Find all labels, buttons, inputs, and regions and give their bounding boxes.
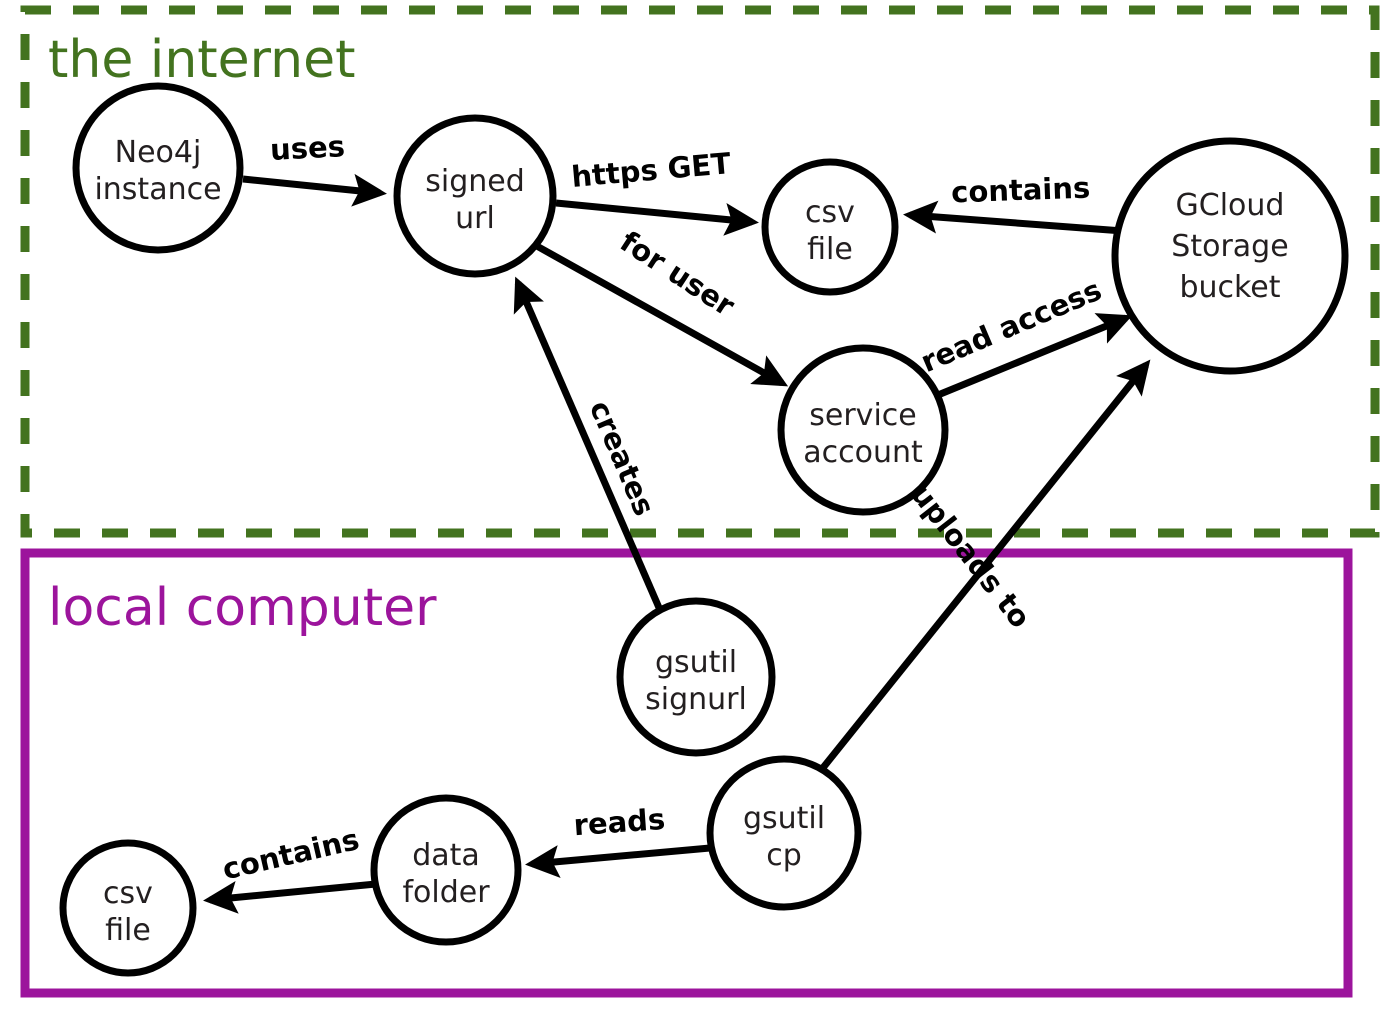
node-data-folder[interactable]: data folder — [370, 794, 522, 946]
node-gsutil-cp-label-line2: cp — [766, 838, 802, 873]
node-neo4j-instance-label-line1: Neo4j — [115, 135, 202, 170]
node-gcloud-storage-bucket-label-line2: Storage — [1171, 229, 1288, 264]
node-service-account-label-line2: account — [803, 435, 923, 470]
edge-https-get: https GET — [555, 146, 759, 236]
node-service-account[interactable]: service account — [777, 344, 949, 516]
node-signed-url-label-line1: signed — [425, 164, 525, 199]
edge-creates-line — [513, 276, 664, 612]
node-csv-file-local[interactable]: csv file — [59, 839, 197, 977]
edge-uses-label: uses — [269, 129, 346, 167]
node-csv-file-local-label-line1: csv — [103, 876, 153, 911]
node-gsutil-cp[interactable]: gsutil cp — [706, 755, 862, 911]
architecture-diagram: the internet local computer uses https G… — [20, 5, 1380, 998]
node-gsutil-signurl-label-line2: signurl — [645, 682, 747, 717]
node-csv-file-remote-label-line2: file — [807, 232, 853, 267]
node-data-folder-label-line1: data — [412, 838, 480, 873]
node-neo4j-instance[interactable]: Neo4j instance — [72, 82, 244, 254]
node-data-folder-label-line2: folder — [402, 875, 490, 910]
edge-for-user: for user — [533, 224, 789, 387]
edge-reads-line — [525, 844, 711, 878]
node-signed-url-label-line2: url — [455, 201, 495, 236]
node-gcloud-storage-bucket-label-line1: GCloud — [1176, 188, 1285, 223]
edge-uses: uses — [242, 129, 387, 207]
edge-reads: reads — [525, 802, 711, 878]
zone-label-internet: the internet — [48, 30, 355, 90]
edge-contains-bottom: contains — [203, 822, 377, 914]
diagram-canvas: the internet local computer uses https G… — [0, 0, 1400, 1009]
edge-contains-top-label: contains — [951, 171, 1091, 210]
node-signed-url[interactable]: signed url — [393, 114, 557, 278]
edge-https-get-line — [555, 199, 759, 236]
node-csv-file-remote[interactable]: csv file — [761, 158, 899, 296]
node-gsutil-signurl[interactable]: gsutil signurl — [616, 597, 776, 757]
node-service-account-label-line1: service — [809, 398, 916, 433]
edge-read-access: read access — [916, 273, 1133, 399]
node-csv-file-local-label-line2: file — [105, 913, 151, 948]
edge-for-user-label: for user — [614, 224, 741, 323]
node-csv-file-remote-label-line1: csv — [805, 195, 855, 230]
node-gsutil-signurl-label-line1: gsutil — [655, 645, 737, 680]
node-gsutil-cp-label-line1: gsutil — [743, 801, 825, 836]
edge-contains-bottom-label: contains — [219, 822, 362, 886]
node-gcloud-storage-bucket-label-line3: bucket — [1179, 270, 1280, 305]
edge-https-get-label: https GET — [570, 146, 732, 194]
edge-reads-label: reads — [572, 802, 666, 842]
edge-contains-top-line — [903, 200, 1124, 235]
edge-uses-line — [242, 173, 387, 207]
zone-label-local: local computer — [48, 578, 437, 638]
edge-contains-bottom-line — [203, 880, 377, 914]
edge-creates: creates — [513, 276, 664, 612]
edge-contains-top: contains — [903, 171, 1124, 235]
node-neo4j-instance-label-line2: instance — [94, 172, 221, 207]
node-gcloud-storage-bucket[interactable]: GCloud Storage bucket — [1111, 137, 1349, 375]
